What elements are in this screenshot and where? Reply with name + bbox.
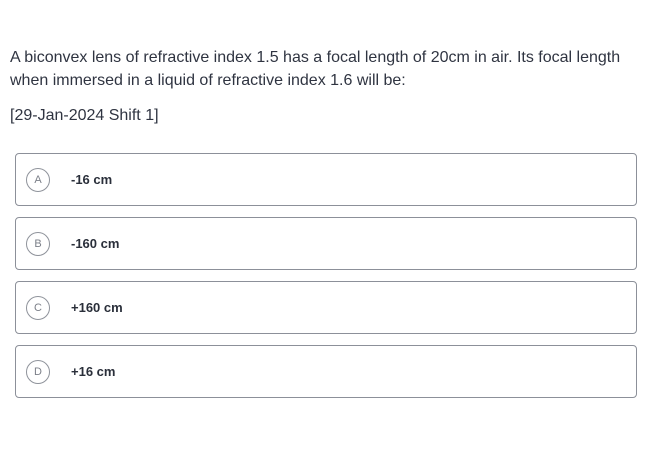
- option-c-text: +160 cm: [71, 300, 123, 315]
- option-d-letter: D: [26, 359, 50, 384]
- option-c[interactable]: C +160 cm: [15, 281, 637, 334]
- option-a[interactable]: A -16 cm: [15, 153, 637, 206]
- option-a-letter: A: [26, 167, 50, 192]
- option-d-text: +16 cm: [71, 364, 116, 379]
- option-d[interactable]: D +16 cm: [15, 345, 637, 398]
- option-b-text: -160 cm: [71, 236, 120, 251]
- option-c-letter: C: [26, 295, 50, 320]
- options-list: A -16 cm B -160 cm C +160 cm D +16 cm: [15, 153, 637, 409]
- question-source: [29-Jan-2024 Shift 1]: [10, 107, 159, 124]
- option-b-letter: B: [26, 231, 50, 256]
- option-b[interactable]: B -160 cm: [15, 217, 637, 270]
- option-a-text: -16 cm: [71, 172, 113, 187]
- question-text: A biconvex lens of refractive index 1.5 …: [10, 49, 621, 89]
